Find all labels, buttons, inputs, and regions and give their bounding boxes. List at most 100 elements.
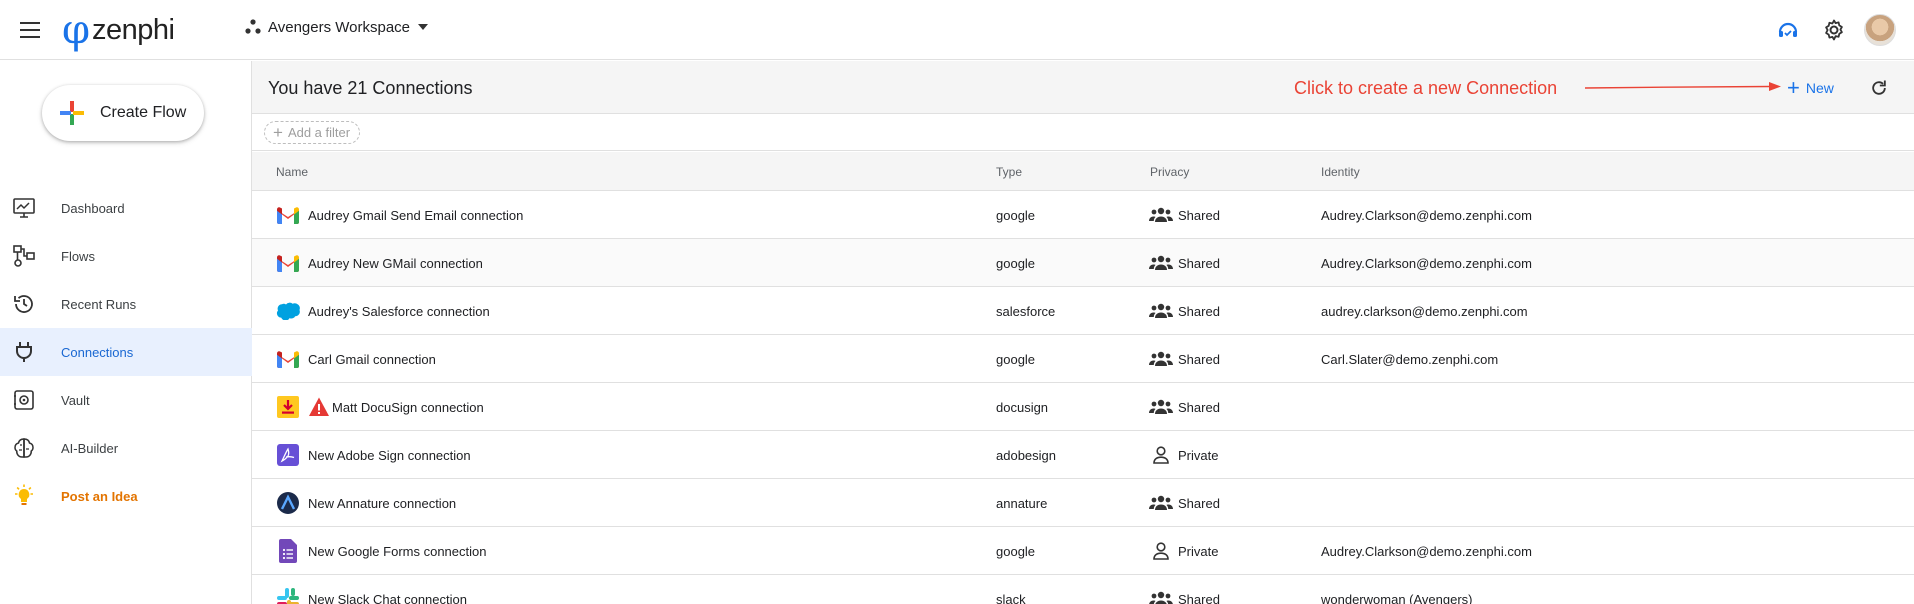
new-connection-hint: Click to create a new Connection — [1294, 78, 1558, 98]
avatar — [1864, 14, 1896, 46]
table-header: Name Type Privacy Identity — [252, 152, 1914, 191]
column-header-privacy[interactable]: Privacy — [1150, 165, 1189, 179]
privacy-label: Shared — [1178, 255, 1220, 271]
warning-icon[interactable] — [308, 396, 330, 418]
sidebar-item-connections[interactable]: Connections — [0, 328, 252, 376]
connections-header: You have 21 Connections Click to create … — [252, 61, 1914, 114]
connection-name: Audrey New GMail connection — [308, 255, 483, 271]
connection-identity: audrey.clarkson@demo.zenphi.com — [1321, 303, 1528, 319]
connection-type: google — [996, 255, 1036, 271]
lightbulb-icon — [10, 482, 38, 510]
salesforce-icon — [276, 299, 300, 323]
privacy-label: Shared — [1178, 351, 1220, 367]
connection-type: salesforce — [996, 303, 1056, 319]
sidebar-item-post-an-idea[interactable]: Post an Idea — [0, 472, 252, 520]
sidebar-item-label: Connections — [61, 344, 134, 360]
support-icon[interactable] — [1770, 12, 1806, 48]
connection-type: google — [996, 207, 1036, 223]
privacy-label: Shared — [1178, 399, 1220, 415]
table-row[interactable]: New Adobe Sign connection adobesign Priv… — [252, 431, 1914, 479]
privacy-label: Shared — [1178, 591, 1220, 604]
brand-name: zenphi — [92, 13, 175, 46]
table-row[interactable]: Matt DocuSign connection docusign Shared — [252, 383, 1914, 431]
flow-icon — [10, 242, 38, 270]
connection-identity: wonderwoman (Avengers) — [1321, 591, 1473, 604]
sidebar-item-label: Vault — [61, 392, 90, 408]
create-flow-label: Create Flow — [100, 104, 187, 121]
column-header-type[interactable]: Type — [996, 165, 1022, 179]
table-row[interactable]: Audrey's Salesforce connection salesforc… — [252, 287, 1914, 335]
sidebar: Create Flow Dashboard Flows Recent Runs … — [0, 61, 252, 604]
sidebar-item-label: Recent Runs — [61, 296, 137, 312]
slack-icon — [276, 587, 300, 604]
monitor-icon — [10, 194, 38, 222]
sidebar-item-vault[interactable]: Vault — [0, 376, 252, 424]
gmail-icon — [276, 347, 300, 371]
sidebar-item-dashboard[interactable]: Dashboard — [0, 184, 252, 232]
group-icon — [1149, 301, 1173, 321]
group-icon — [1149, 205, 1173, 225]
connection-name: Carl Gmail connection — [308, 351, 436, 367]
table-row[interactable]: New Google Forms connection google Priva… — [252, 527, 1914, 575]
connection-type: adobesign — [996, 447, 1056, 463]
group-icon — [1149, 589, 1173, 604]
add-filter-button[interactable]: + Add a filter — [264, 121, 361, 144]
table-row[interactable]: Carl Gmail connection google Shared Carl… — [252, 335, 1914, 383]
sidebar-nav: Dashboard Flows Recent Runs Connections … — [0, 184, 252, 520]
table-row[interactable]: New Annature connection annature Shared — [252, 479, 1914, 527]
workspace-selector[interactable]: Avengers Workspace — [244, 18, 429, 36]
gmail-icon — [276, 251, 300, 275]
table-row[interactable]: Audrey Gmail Send Email connection googl… — [252, 191, 1914, 239]
chevron-down-icon — [418, 24, 429, 30]
connection-name: New Annature connection — [308, 495, 457, 511]
vault-icon — [10, 386, 38, 414]
connection-type: google — [996, 543, 1036, 559]
new-button-label: New — [1805, 80, 1834, 96]
gmail-icon — [276, 203, 300, 227]
privacy-label: Private — [1178, 447, 1219, 463]
create-flow-button[interactable]: Create Flow — [42, 85, 204, 141]
gear-icon[interactable] — [1816, 12, 1852, 48]
table-row[interactable]: New Slack Chat connection slack Shared w… — [252, 575, 1914, 604]
privacy-label: Shared — [1178, 207, 1220, 223]
plus-icon — [60, 101, 84, 125]
add-filter-label: Add a filter — [287, 125, 351, 140]
user-avatar[interactable] — [1862, 12, 1898, 48]
annature-icon — [276, 491, 300, 515]
adobesign-icon — [276, 443, 300, 467]
connection-identity: Audrey.Clarkson@demo.zenphi.com — [1321, 255, 1532, 271]
group-icon — [1149, 493, 1173, 513]
new-connection-button[interactable]: + New — [1787, 76, 1834, 100]
sidebar-item-recent-runs[interactable]: Recent Runs — [0, 280, 252, 328]
workspace-icon — [245, 19, 261, 34]
privacy-label: Shared — [1178, 303, 1220, 319]
connection-name: New Adobe Sign connection — [308, 447, 471, 463]
sidebar-item-ai-builder[interactable]: AI-Builder — [0, 424, 252, 472]
arrow-right-icon — [1585, 82, 1781, 91]
logo[interactable]: φ zenphi — [62, 6, 175, 54]
menu-icon[interactable] — [20, 19, 44, 39]
privacy-label: Private — [1178, 543, 1219, 559]
connection-identity: Audrey.Clarkson@demo.zenphi.com — [1321, 543, 1532, 559]
connection-name: Audrey's Salesforce connection — [308, 303, 490, 319]
connection-identity: Carl.Slater@demo.zenphi.com — [1321, 351, 1499, 367]
group-icon — [1149, 349, 1173, 369]
connection-identity: Audrey.Clarkson@demo.zenphi.com — [1321, 207, 1532, 223]
workspace-name: Avengers Workspace — [268, 18, 411, 36]
connection-name: New Google Forms connection — [308, 543, 487, 559]
connection-type: annature — [996, 495, 1048, 511]
brain-icon — [10, 434, 38, 462]
google-forms-icon — [276, 539, 300, 563]
page-title: You have 21 Connections — [268, 78, 473, 98]
table-row[interactable]: Audrey New GMail connection google Share… — [252, 239, 1914, 287]
person-icon — [1149, 445, 1173, 465]
sidebar-item-flows[interactable]: Flows — [0, 232, 252, 280]
refresh-icon[interactable] — [1866, 75, 1892, 101]
top-bar: φ zenphi Avengers Workspace — [0, 0, 1914, 60]
column-header-name[interactable]: Name — [276, 165, 308, 179]
privacy-label: Shared — [1178, 495, 1220, 511]
sidebar-item-label: Post an Idea — [61, 488, 138, 504]
zenphi-logo-icon: φ — [62, 7, 91, 53]
filter-bar: + Add a filter — [252, 115, 1914, 151]
column-header-identity[interactable]: Identity — [1321, 165, 1360, 179]
